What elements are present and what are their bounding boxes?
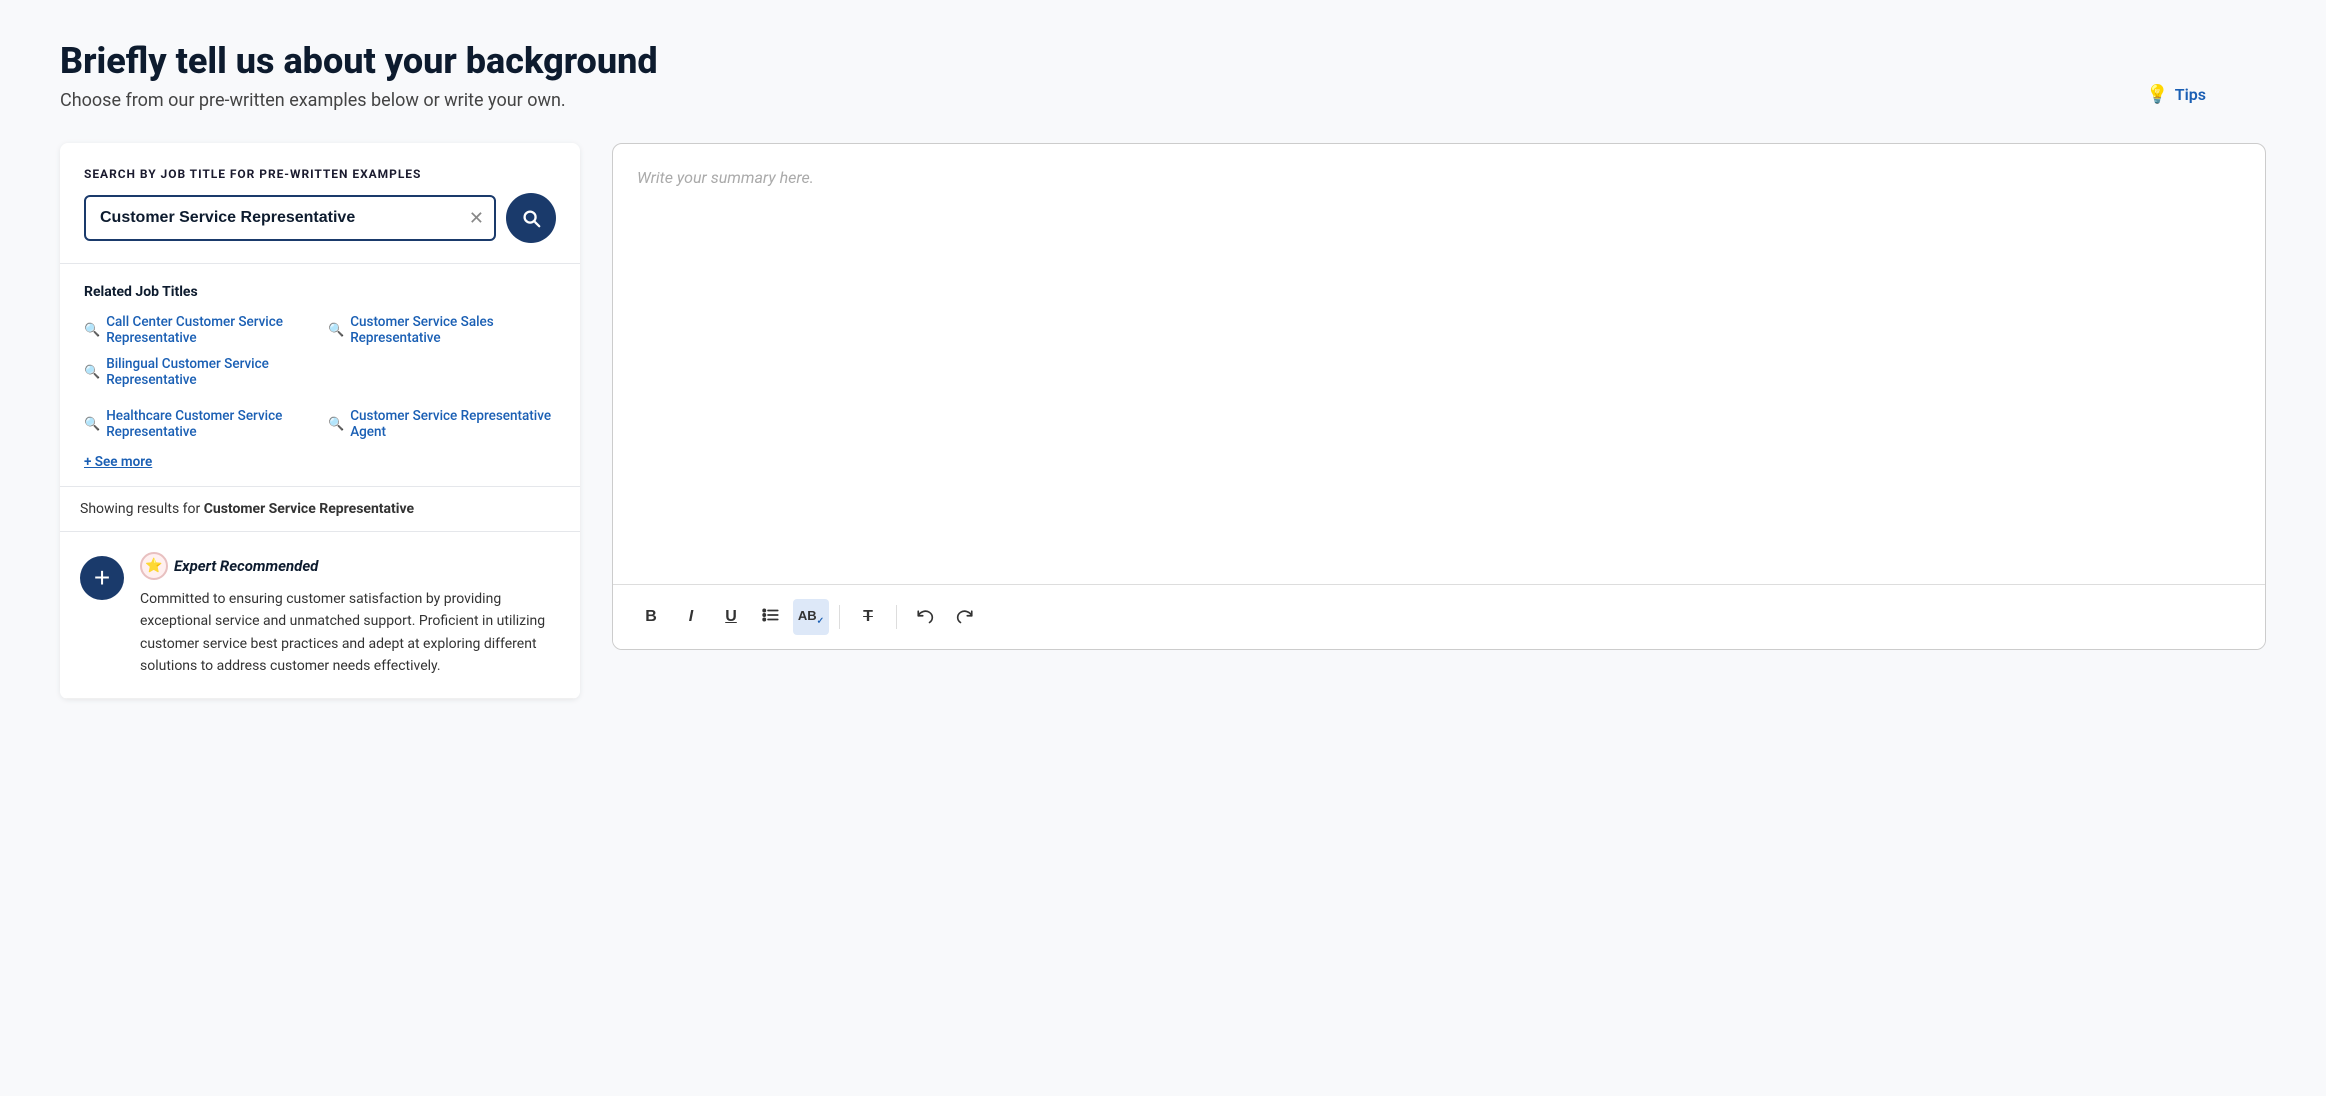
- results-header: Showing results for Customer Service Rep…: [60, 487, 580, 532]
- search-icon-small-4: 🔍: [328, 417, 344, 432]
- bold-button[interactable]: B: [633, 599, 669, 635]
- related-grid: 🔍 Call Center Customer Service Represent…: [84, 314, 556, 398]
- page-header: Briefly tell us about your background Ch…: [60, 40, 2266, 111]
- related-grid-2: 🔍 Healthcare Customer Service Representa…: [84, 408, 556, 440]
- toolbar-divider-1: [839, 605, 840, 629]
- spellcheck-icon: AB✓: [798, 608, 824, 627]
- page-title: Briefly tell us about your background: [60, 40, 2266, 82]
- search-icon: [520, 207, 542, 229]
- page-subtitle: Choose from our pre-written examples bel…: [60, 90, 2266, 111]
- results-section: Showing results for Customer Service Rep…: [60, 486, 580, 699]
- strikethrough-button[interactable]: T: [850, 599, 886, 635]
- tips-label: Tips: [2175, 85, 2206, 104]
- related-item-label-4: Customer Service Representative Agent: [350, 408, 556, 440]
- underline-icon: U: [725, 608, 737, 626]
- star-icon: ⭐: [140, 552, 168, 580]
- search-icon-small-0: 🔍: [84, 323, 100, 338]
- left-panel: SEARCH BY JOB TITLE FOR PRE-WRITTEN EXAM…: [60, 143, 580, 699]
- related-section: Related Job Titles 🔍 Call Center Custome…: [60, 264, 580, 486]
- related-item-label-0: Call Center Customer Service Representat…: [106, 314, 312, 346]
- clear-button[interactable]: ✕: [459, 200, 494, 237]
- italic-button[interactable]: I: [673, 599, 709, 635]
- related-item-label-3: Healthcare Customer Service Representati…: [106, 408, 312, 440]
- related-item-1[interactable]: 🔍 Customer Service Sales Representative: [328, 314, 556, 346]
- expert-badge: ⭐ Expert Recommended: [140, 552, 560, 580]
- editor-area[interactable]: Write your summary here.: [613, 144, 2265, 584]
- result-item-0: + ⭐ Expert Recommended Committed to ensu…: [60, 532, 580, 699]
- redo-button[interactable]: [947, 599, 983, 635]
- italic-icon: I: [689, 608, 693, 626]
- results-search-term: Customer Service Representative: [204, 501, 414, 517]
- main-content: SEARCH BY JOB TITLE FOR PRE-WRITTEN EXAM…: [60, 143, 2266, 699]
- redo-icon: [956, 606, 974, 629]
- undo-icon: [916, 606, 934, 629]
- plus-icon: +: [94, 564, 110, 592]
- add-result-button-0[interactable]: +: [80, 556, 124, 600]
- related-item-3[interactable]: 🔍 Healthcare Customer Service Representa…: [84, 408, 312, 440]
- search-button[interactable]: [506, 193, 556, 243]
- bold-icon: B: [645, 608, 657, 626]
- list-button[interactable]: [753, 599, 789, 635]
- related-item-4[interactable]: 🔍 Customer Service Representative Agent: [328, 408, 556, 440]
- underline-button[interactable]: U: [713, 599, 749, 635]
- search-input-wrapper: ✕: [84, 195, 496, 241]
- related-item-label-1: Customer Service Sales Representative: [350, 314, 556, 346]
- undo-button[interactable]: [907, 599, 943, 635]
- search-icon-small-3: 🔍: [84, 417, 100, 432]
- result-content-0: ⭐ Expert Recommended Committed to ensuri…: [140, 552, 560, 678]
- result-text-0: Committed to ensuring customer satisfact…: [140, 588, 560, 678]
- see-more-link[interactable]: + See more: [84, 454, 152, 470]
- related-item-2[interactable]: 🔍 Bilingual Customer Service Representat…: [84, 356, 312, 388]
- expert-label: Expert Recommended: [174, 557, 318, 575]
- related-item-label-2: Bilingual Customer Service Representativ…: [106, 356, 312, 388]
- spellcheck-button[interactable]: AB✓: [793, 599, 829, 635]
- toolbar-divider-2: [896, 605, 897, 629]
- search-icon-small-2: 🔍: [84, 365, 100, 380]
- right-panel: Write your summary here. B I U: [612, 143, 2266, 650]
- search-input[interactable]: [86, 197, 459, 239]
- list-icon: [762, 606, 780, 629]
- search-icon-small-1: 🔍: [328, 323, 344, 338]
- results-showing-text: Showing results for: [80, 501, 204, 517]
- related-item-0[interactable]: 🔍 Call Center Customer Service Represent…: [84, 314, 312, 346]
- tips-link[interactable]: 💡 Tips: [2146, 84, 2206, 105]
- editor-placeholder: Write your summary here.: [637, 168, 814, 187]
- search-row: ✕: [84, 193, 556, 243]
- search-section: SEARCH BY JOB TITLE FOR PRE-WRITTEN EXAM…: [60, 143, 580, 264]
- search-label: SEARCH BY JOB TITLE FOR PRE-WRITTEN EXAM…: [84, 167, 556, 181]
- strikethrough-icon: T: [863, 608, 873, 626]
- editor-toolbar: B I U AB✓: [613, 584, 2265, 649]
- lightbulb-icon: 💡: [2146, 84, 2168, 105]
- related-title: Related Job Titles: [84, 284, 556, 300]
